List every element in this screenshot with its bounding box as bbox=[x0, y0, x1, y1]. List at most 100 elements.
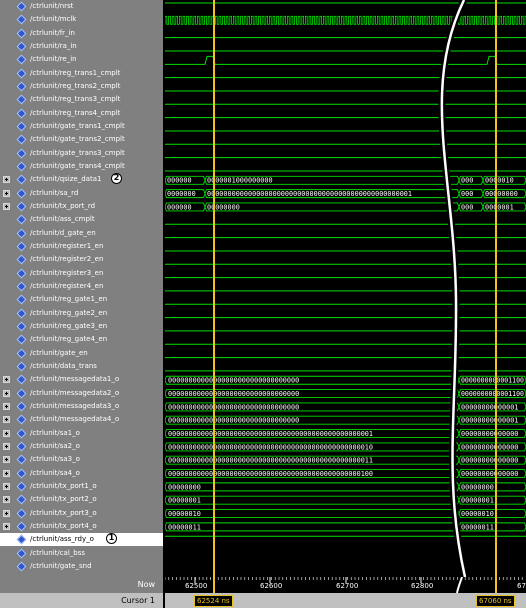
expand-plus-icon[interactable] bbox=[3, 189, 10, 197]
signal-row[interactable]: /ctrlunit/gate_trans3_cmplt bbox=[0, 147, 163, 160]
signal-row[interactable]: /ctrlunit/messagedata4_o bbox=[0, 413, 163, 426]
signal-row[interactable]: /ctrlunit/gate_trans1_cmplt bbox=[0, 120, 163, 133]
expand-plus-icon[interactable] bbox=[3, 429, 10, 437]
signal-diamond-icon bbox=[16, 81, 27, 92]
bus-value: 0000000000001100 bbox=[461, 390, 524, 398]
signal-row[interactable]: /ctrlunit/sa3_o bbox=[0, 453, 163, 466]
cursor1-time-badge[interactable]: 62524 ns bbox=[194, 595, 233, 607]
signal-row[interactable]: /ctrlunit/messagedata3_o bbox=[0, 400, 163, 413]
bus-value: 0000000000000000000000000000000000000000… bbox=[168, 443, 373, 451]
signal-diamond-icon bbox=[16, 508, 27, 518]
signal-row[interactable]: /ctrlunit/reg_trans4_cmplt bbox=[0, 107, 163, 120]
annotation-marker: 1 bbox=[106, 533, 117, 545]
signal-name: /ctrlunit/gate_en bbox=[30, 348, 88, 357]
signal-row[interactable]: /ctrlunit/gate_snd bbox=[0, 560, 163, 573]
signal-row[interactable]: /ctrlunit/mclk bbox=[0, 13, 163, 26]
bus-value: 0000000000000000000000000000000000000000… bbox=[168, 430, 373, 438]
signal-row[interactable]: /ctrlunit/register3_en bbox=[0, 267, 163, 280]
signal-name: /ctrlunit/re_in bbox=[30, 55, 77, 64]
expand-plus-icon[interactable] bbox=[3, 416, 10, 424]
signal-row[interactable]: /ctrlunit/reg_gate3_en bbox=[0, 320, 163, 333]
waveform-panel[interactable]: 000000 0000001000000000 000 0000010 0000000 0… bbox=[165, 0, 526, 577]
signal-name: /ctrlunit/messagedata1_o bbox=[30, 375, 120, 384]
signal-row[interactable]: /ctrlunit/messagedata1_o bbox=[0, 373, 163, 386]
signal-row[interactable]: /ctrlunit/ass_rdy_o 1 bbox=[0, 533, 163, 547]
bus-value: 00000000000000 bbox=[461, 457, 518, 465]
signal-diamond-icon bbox=[16, 241, 27, 252]
expand-plus-icon[interactable] bbox=[3, 402, 10, 410]
signal-row[interactable]: /ctrlunit/reg_gate2_en bbox=[0, 307, 163, 320]
signal-row[interactable]: /ctrlunit/sa1_o bbox=[0, 427, 163, 440]
bus-value: 00000000000001 bbox=[461, 403, 518, 411]
signal-row[interactable]: /ctrlunit/reg_trans2_cmplt bbox=[0, 80, 163, 93]
cursor2-time-badge[interactable]: 67060 ns bbox=[476, 595, 515, 607]
bus-value: 00000000000000 bbox=[461, 443, 518, 451]
signal-row[interactable]: /ctrlunit/tx_port4_o bbox=[0, 520, 163, 533]
signal-row[interactable]: /ctrlunit/re_in bbox=[0, 53, 163, 66]
signal-row[interactable]: /ctrlunit/reg_gate4_en bbox=[0, 333, 163, 346]
signal-diamond-icon bbox=[16, 134, 27, 145]
signal-row[interactable]: /ctrlunit/ass_cmplt bbox=[0, 213, 163, 226]
signal-row[interactable]: /ctrlunit/register1_en bbox=[0, 240, 163, 253]
signal-row[interactable]: /ctrlunit/d_gate_en bbox=[0, 227, 163, 240]
expand-plus-icon[interactable] bbox=[3, 482, 10, 490]
signal-diamond-icon bbox=[16, 121, 27, 132]
signal-name: /ctrlunit/qsize_data1 bbox=[30, 175, 102, 184]
signal-name: /ctrlunit/register3_en bbox=[30, 268, 104, 277]
signal-row[interactable]: /ctrlunit/sa4_o bbox=[0, 467, 163, 480]
signal-name: /ctrlunit/reg_gate4_en bbox=[30, 335, 108, 344]
signal-row[interactable]: /ctrlunit/tx_port2_o bbox=[0, 493, 163, 506]
signal-row[interactable]: /ctrlunit/reg_gate1_en bbox=[0, 293, 163, 306]
signal-row[interactable]: /ctrlunit/gate_trans2_cmplt bbox=[0, 133, 163, 146]
signal-row[interactable]: /ctrlunit/cal_bss bbox=[0, 547, 163, 560]
tick-label: 62700 bbox=[336, 582, 359, 590]
waveform-canvas[interactable]: 000000 0000001000000000 000 00000100000000 0… bbox=[165, 0, 526, 577]
expand-plus-icon[interactable] bbox=[3, 176, 10, 184]
signal-row[interactable]: /ctrlunit/register2_en bbox=[0, 253, 163, 266]
signal-row[interactable]: /ctrlunit/ra_in bbox=[0, 40, 163, 53]
signal-diamond-icon bbox=[16, 54, 27, 65]
cursor-strip: 62524 ns 67060 ns bbox=[165, 593, 526, 608]
signal-row[interactable]: /ctrlunit/tx_port_rd bbox=[0, 200, 163, 213]
bus-segment bbox=[165, 522, 460, 532]
signal-name: /ctrlunit/cal_bss bbox=[30, 548, 86, 557]
signal-row[interactable]: /ctrlunit/fr_in bbox=[0, 27, 163, 40]
signal-row[interactable]: /ctrlunit/nrst bbox=[0, 0, 163, 13]
signal-diamond-icon bbox=[16, 561, 27, 572]
bus-value: 00000000 bbox=[461, 483, 494, 491]
expand-plus-icon[interactable] bbox=[3, 389, 10, 397]
expand-plus-icon[interactable] bbox=[3, 469, 10, 477]
expand-plus-icon[interactable] bbox=[3, 442, 10, 450]
expand-plus-icon[interactable] bbox=[3, 496, 10, 504]
expand-plus-icon[interactable] bbox=[3, 376, 10, 384]
signal-name: /ctrlunit/reg_trans3_cmplt bbox=[30, 95, 121, 104]
expand-plus-icon[interactable] bbox=[3, 509, 10, 517]
signal-row[interactable]: /ctrlunit/tx_port1_o bbox=[0, 480, 163, 493]
signal-name: /ctrlunit/data_trans bbox=[30, 361, 97, 370]
signal-diamond-icon bbox=[16, 68, 27, 79]
signal-row[interactable]: /ctrlunit/gate_en bbox=[0, 347, 163, 360]
signal-row[interactable]: /ctrlunit/register4_en bbox=[0, 280, 163, 293]
signal-name: /ctrlunit/gate_snd bbox=[30, 561, 92, 570]
signal-row[interactable]: /ctrlunit/tx_port3_o bbox=[0, 507, 163, 520]
signal-name: /ctrlunit/tx_port4_o bbox=[30, 521, 97, 530]
expand-plus-icon[interactable] bbox=[3, 456, 10, 464]
signal-row[interactable]: /ctrlunit/sa_rd bbox=[0, 187, 163, 200]
signal-row[interactable]: /ctrlunit/messagedata2_o bbox=[0, 387, 163, 400]
signal-row[interactable]: /ctrlunit/reg_trans1_cmplt bbox=[0, 67, 163, 80]
signal-row[interactable]: /ctrlunit/reg_trans3_cmplt bbox=[0, 93, 163, 106]
bus-segment bbox=[204, 202, 460, 212]
expand-plus-icon[interactable] bbox=[3, 202, 10, 210]
signal-row[interactable]: /ctrlunit/data_trans bbox=[0, 360, 163, 373]
bus-segment bbox=[165, 495, 460, 505]
signal-row[interactable]: /ctrlunit/qsize_data1 2 bbox=[0, 173, 163, 186]
tick-label: 62600 bbox=[260, 582, 283, 590]
signal-diamond-icon bbox=[16, 414, 27, 425]
tick-label: 62500 bbox=[185, 582, 208, 590]
signal-row[interactable]: /ctrlunit/sa2_o bbox=[0, 440, 163, 453]
now-label: Now bbox=[137, 580, 155, 589]
expand-plus-icon[interactable] bbox=[3, 522, 10, 530]
signal-row[interactable]: /ctrlunit/gate_trans4_cmplt bbox=[0, 160, 163, 173]
signal-name: /ctrlunit/messagedata2_o bbox=[30, 388, 120, 397]
signal-name: /ctrlunit/tx_port3_o bbox=[30, 508, 97, 517]
